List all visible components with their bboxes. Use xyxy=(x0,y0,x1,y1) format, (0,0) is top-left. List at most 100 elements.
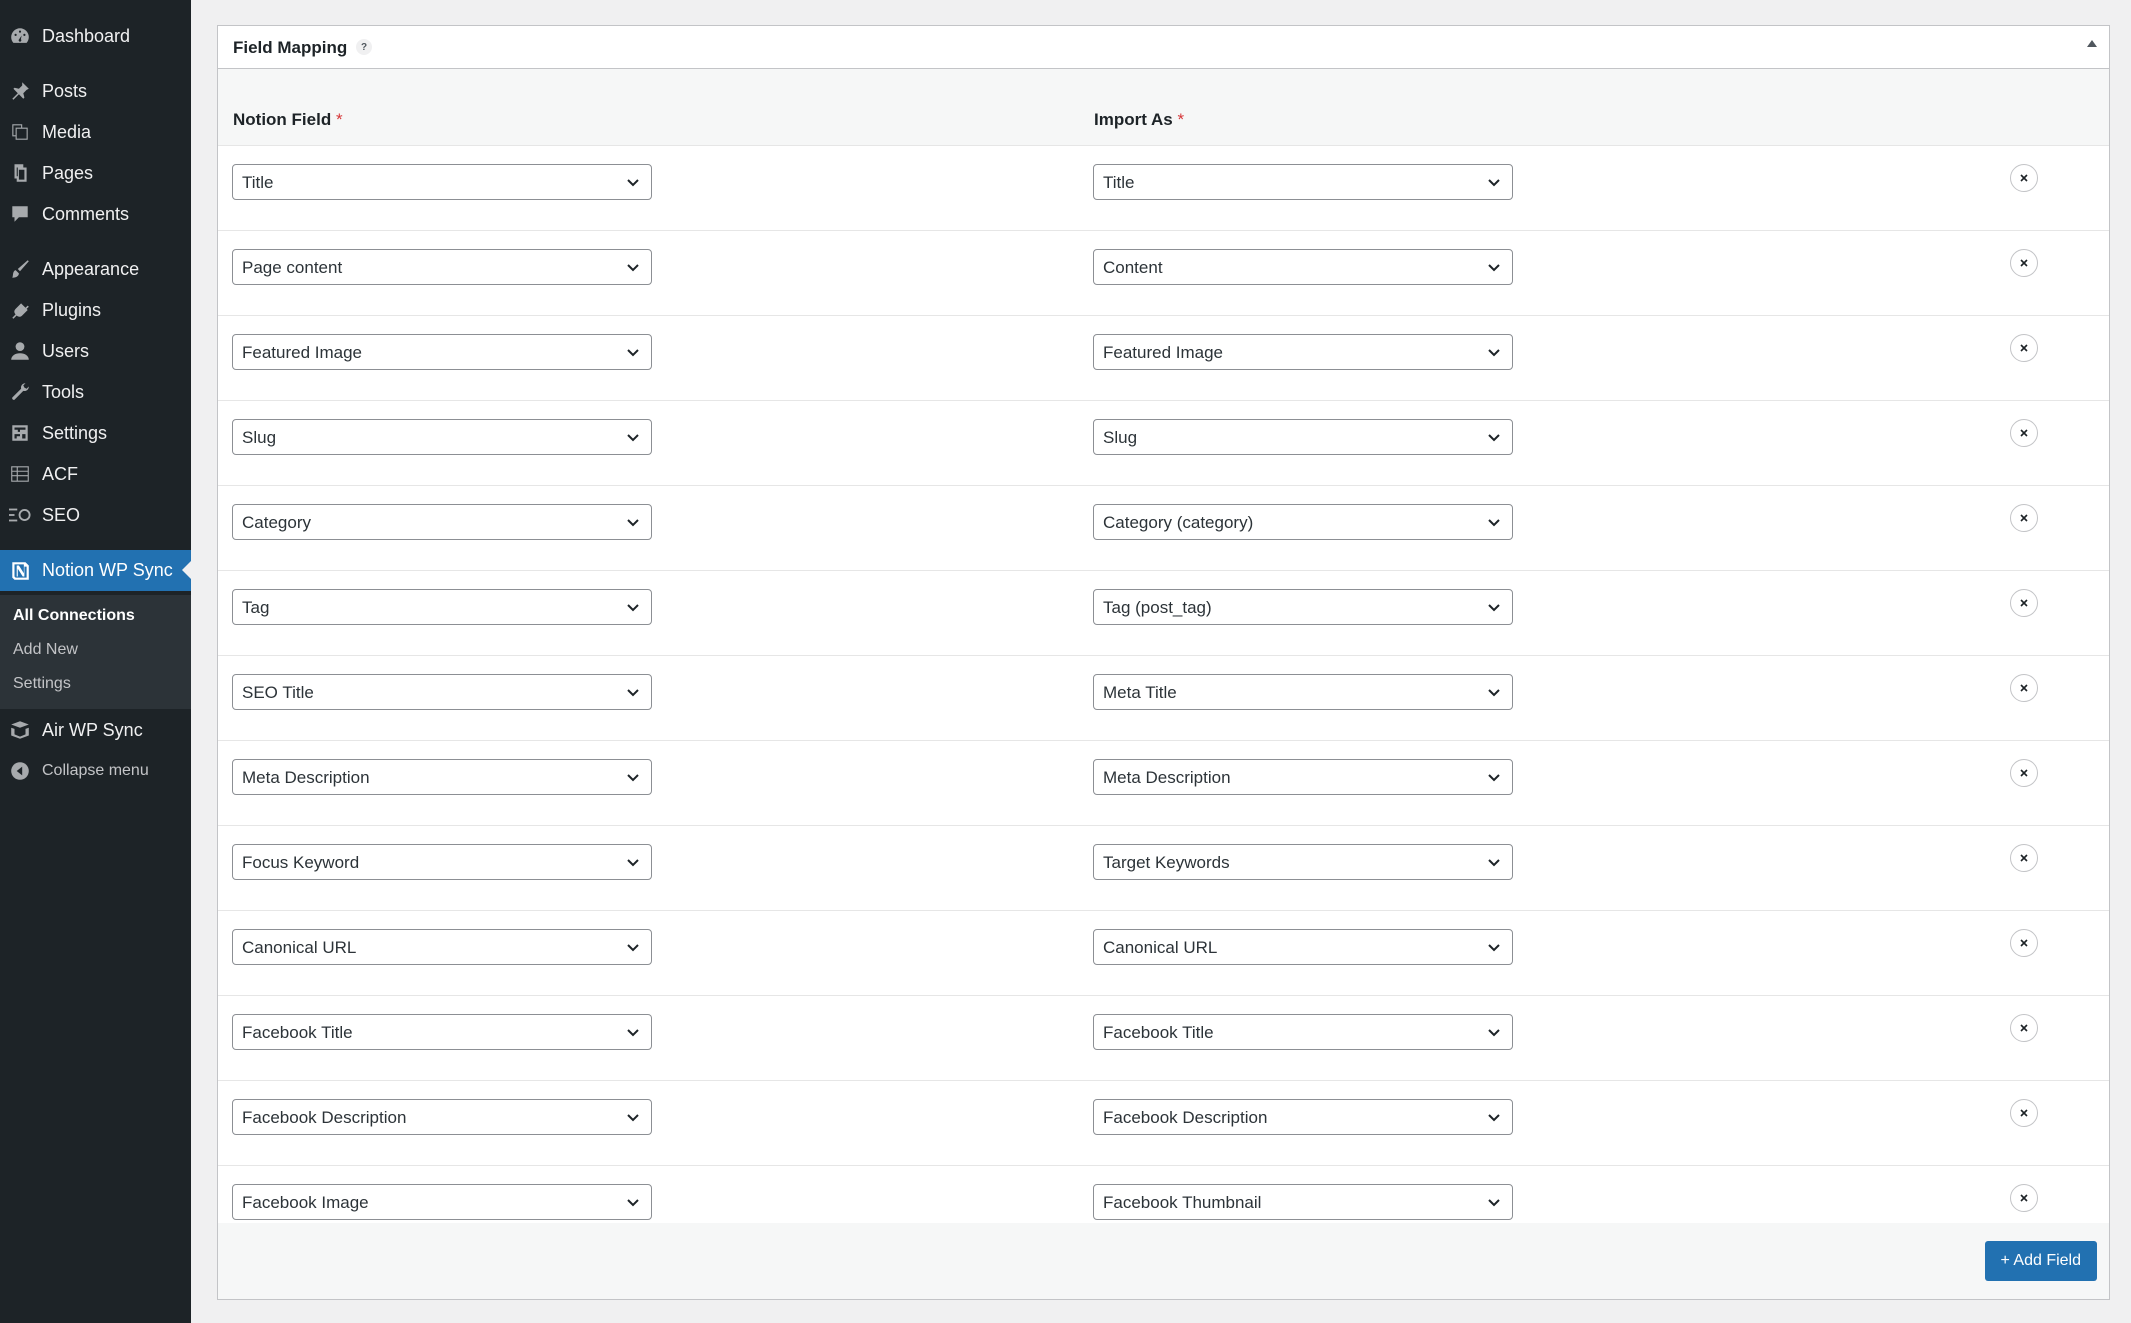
menu-item-dashboard[interactable]: Dashboard xyxy=(0,16,191,56)
import-as-select[interactable]: Tag (post_tag) xyxy=(1093,589,1513,625)
remove-row-button[interactable] xyxy=(2010,164,2038,192)
menu-item-plugins[interactable]: Plugins xyxy=(0,290,191,330)
submenu-all-connections[interactable]: All Connections xyxy=(13,607,135,625)
collapse-icon xyxy=(8,759,32,783)
import-as-select[interactable]: Facebook Title xyxy=(1093,1014,1513,1050)
remove-row-button[interactable] xyxy=(2010,249,2038,277)
menu-label: Air WP Sync xyxy=(42,719,143,740)
mapping-row: SEO Title Meta Title xyxy=(218,656,2109,741)
menu-item-notion-wp-sync[interactable]: Notion WP Sync xyxy=(0,550,191,591)
notion-field-select[interactable]: Title xyxy=(232,164,652,200)
menu-item-posts[interactable]: Posts xyxy=(0,71,191,111)
close-icon xyxy=(2019,1193,2029,1203)
chevron-down-icon xyxy=(1486,174,1502,190)
collapse-panel-icon[interactable] xyxy=(2087,40,2097,47)
notion-field-select[interactable]: Featured Image xyxy=(232,334,652,370)
chevron-down-icon xyxy=(1486,769,1502,785)
menu-item-appearance[interactable]: Appearance xyxy=(0,249,191,289)
menu-label: Appearance xyxy=(42,258,140,279)
import-as-select[interactable]: Title xyxy=(1093,164,1513,200)
remove-row-button[interactable] xyxy=(2010,504,2038,532)
notion-field-select[interactable]: Canonical URL xyxy=(232,929,652,965)
remove-row-button[interactable] xyxy=(2010,674,2038,702)
menu-item-acf[interactable]: ACF xyxy=(0,454,191,494)
import-as-value: Target Keywords xyxy=(1103,853,1230,872)
menu-item-settings[interactable]: Settings xyxy=(0,413,191,453)
import-as-select[interactable]: Content xyxy=(1093,249,1513,285)
close-icon xyxy=(2019,683,2029,693)
import-as-select[interactable]: Facebook Thumbnail xyxy=(1093,1184,1513,1220)
remove-row-button[interactable] xyxy=(2010,1014,2038,1042)
menu-item-air-wp-sync[interactable]: Air WP Sync xyxy=(0,710,191,750)
layers-icon xyxy=(8,718,32,742)
notion-field-select[interactable]: Tag xyxy=(232,589,652,625)
mapping-row: Page content Content xyxy=(218,231,2109,316)
notion-field-select[interactable]: SEO Title xyxy=(232,674,652,710)
comment-icon xyxy=(8,202,32,226)
menu-item-tools[interactable]: Tools xyxy=(0,372,191,412)
import-as-select[interactable]: Target Keywords xyxy=(1093,844,1513,880)
menu-item-seo[interactable]: SEO xyxy=(0,495,191,535)
chevron-down-icon xyxy=(625,939,641,955)
notion-field-value: Focus Keyword xyxy=(242,853,360,872)
menu-item-pages[interactable]: Pages xyxy=(0,153,191,193)
chevron-down-icon xyxy=(625,1024,641,1040)
chevron-down-icon xyxy=(1486,854,1502,870)
close-icon xyxy=(2019,258,2029,268)
import-as-value: Category (category) xyxy=(1103,513,1254,532)
collapse-menu-button[interactable]: Collapse menu xyxy=(0,751,191,791)
chevron-down-icon xyxy=(1486,684,1502,700)
remove-row-button[interactable] xyxy=(2010,419,2038,447)
notion-field-select[interactable]: Facebook Image xyxy=(232,1184,652,1220)
import-as-select[interactable]: Facebook Description xyxy=(1093,1099,1513,1135)
remove-row-button[interactable] xyxy=(2010,929,2038,957)
close-icon xyxy=(2019,343,2029,353)
notion-field-select[interactable]: Category xyxy=(232,504,652,540)
remove-row-button[interactable] xyxy=(2010,844,2038,872)
mapping-row: Slug Slug xyxy=(218,401,2109,486)
import-as-select[interactable]: Category (category) xyxy=(1093,504,1513,540)
menu-label: Media xyxy=(42,121,92,142)
menu-item-comments[interactable]: Comments xyxy=(0,194,191,234)
notion-field-select[interactable]: Meta Description xyxy=(232,759,652,795)
column-header-import-as: Import As * xyxy=(1094,110,1185,129)
notion-field-select[interactable]: Focus Keyword xyxy=(232,844,652,880)
add-field-button[interactable]: + Add Field xyxy=(1984,1241,2097,1281)
menu-item-users[interactable]: Users xyxy=(0,331,191,371)
import-as-value: Title xyxy=(1103,173,1135,192)
notion-field-select[interactable]: Facebook Title xyxy=(232,1014,652,1050)
import-as-select[interactable]: Meta Title xyxy=(1093,674,1513,710)
remove-row-button[interactable] xyxy=(2010,1099,2038,1127)
field-mapping-panel: Field Mapping ? Notion Field * Import As… xyxy=(217,25,2110,1300)
help-icon[interactable]: ? xyxy=(356,39,372,55)
menu-item-media[interactable]: Media xyxy=(0,112,191,152)
notion-submenu: All Connections Add New Settings xyxy=(0,595,191,709)
close-icon xyxy=(2019,1108,2029,1118)
import-as-select[interactable]: Canonical URL xyxy=(1093,929,1513,965)
submenu-add-new[interactable]: Add New xyxy=(13,641,78,659)
remove-row-button[interactable] xyxy=(2010,334,2038,362)
chevron-down-icon xyxy=(625,769,641,785)
notion-field-select[interactable]: Page content xyxy=(232,249,652,285)
media-icon xyxy=(8,120,32,144)
settings-icon xyxy=(8,421,32,445)
submenu-settings[interactable]: Settings xyxy=(13,675,71,693)
remove-row-button[interactable] xyxy=(2010,759,2038,787)
notion-field-value: Page content xyxy=(242,258,343,277)
import-as-select[interactable]: Featured Image xyxy=(1093,334,1513,370)
notion-field-value: Category xyxy=(242,513,311,532)
plug-icon xyxy=(8,298,32,322)
column-header-notion-field: Notion Field * xyxy=(233,110,343,129)
notion-field-select[interactable]: Facebook Description xyxy=(232,1099,652,1135)
required-mark: * xyxy=(335,110,343,129)
notion-field-select[interactable]: Slug xyxy=(232,419,652,455)
remove-row-button[interactable] xyxy=(2010,1184,2038,1212)
remove-row-button[interactable] xyxy=(2010,589,2038,617)
import-as-value: Content xyxy=(1103,258,1163,277)
chevron-down-icon xyxy=(625,429,641,445)
import-as-select[interactable]: Slug xyxy=(1093,419,1513,455)
brush-icon xyxy=(8,257,32,281)
notion-field-value: Facebook Title xyxy=(242,1023,353,1042)
notion-field-value: Facebook Description xyxy=(242,1108,407,1127)
import-as-select[interactable]: Meta Description xyxy=(1093,759,1513,795)
